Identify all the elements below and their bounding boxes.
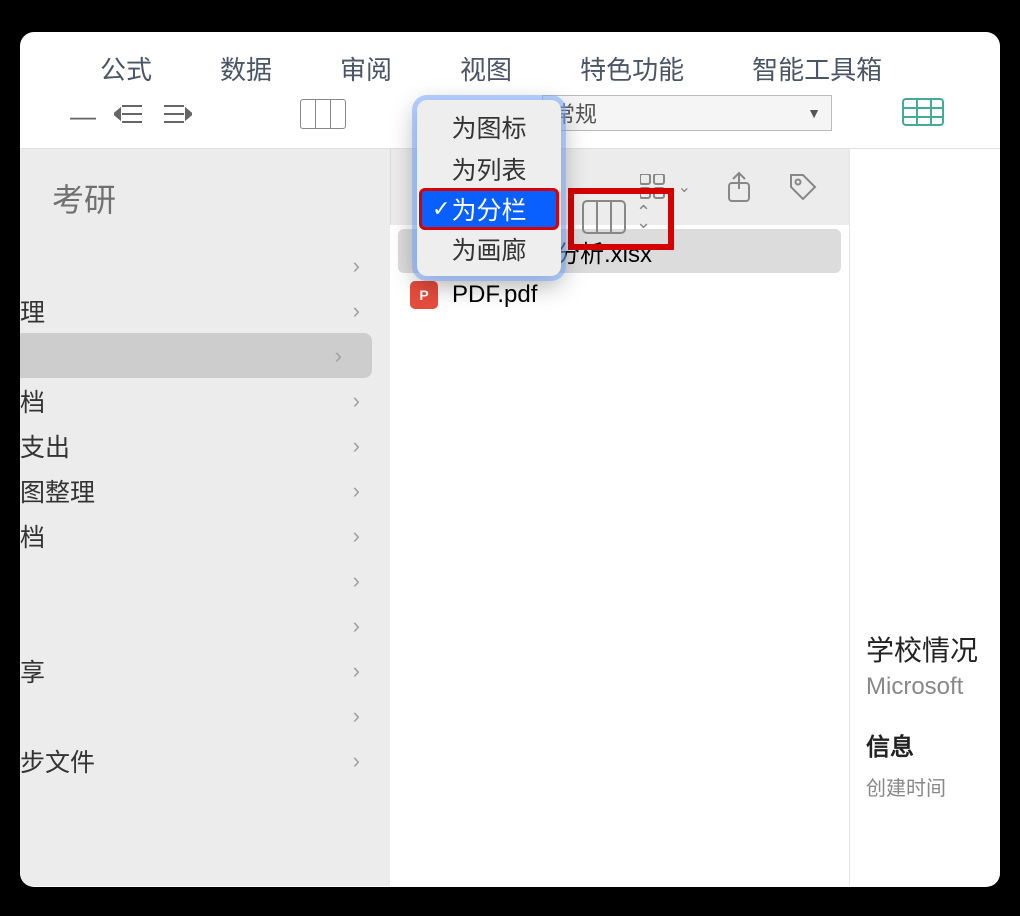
chevron-right-icon: › <box>353 748 360 774</box>
chevron-right-icon: › <box>353 523 360 549</box>
sidebar-item[interactable]: › <box>20 558 390 603</box>
columns-icon <box>582 200 626 234</box>
chevron-right-icon: › <box>353 298 360 324</box>
sidebar-item[interactable]: 档› <box>20 513 390 558</box>
chevron-right-icon: › <box>353 388 360 414</box>
sidebar-item-label: 步文件 <box>20 743 95 779</box>
file-row[interactable]: P PDF.pdf <box>390 273 849 317</box>
sidebar-item[interactable]: 图整理 › <box>20 468 390 513</box>
chevron-right-icon: › <box>353 658 360 684</box>
sidebar-item[interactable]: 步文件 › <box>20 738 390 783</box>
sidebar-item-label: 档 <box>20 518 45 554</box>
chevron-right-icon: › <box>353 433 360 459</box>
menu-review[interactable]: 审阅 <box>340 50 392 87</box>
info-panel: 学校情况 Microsoft 信息 创建时间 <box>850 149 1000 886</box>
sidebar-item[interactable]: › <box>20 243 390 288</box>
dropdown-item-label: 为分栏 <box>451 191 526 227</box>
sidebar-item-label: 支出 <box>20 428 70 464</box>
toolbar-left-group: — <box>70 101 192 132</box>
menubar: 公式 数据 审阅 视图 特色功能 智能工具箱 <box>20 32 1000 109</box>
table-icon[interactable] <box>901 97 945 127</box>
sidebar-title: 考研 <box>20 149 390 243</box>
chevron-right-icon: › <box>353 568 360 594</box>
sidebar-item[interactable]: 理› <box>20 288 390 333</box>
indent-left-icon[interactable] <box>114 102 144 131</box>
indent-right-icon[interactable] <box>162 102 192 131</box>
chevron-updown-icon: ⌃ ⌄ <box>636 207 651 227</box>
chevron-right-icon: › <box>353 613 360 639</box>
info-section-header: 信息 <box>866 727 1000 762</box>
menu-data[interactable]: 数据 <box>220 50 272 87</box>
style-select[interactable]: 常规 ▼ <box>542 95 832 131</box>
dropdown-item-columns[interactable]: ✓ 为分栏 <box>419 188 559 230</box>
view-mode-dropdown: 为图标 为列表 ✓ 为分栏 为画廊 <box>417 100 561 276</box>
sidebar-item[interactable]: 档› <box>20 378 390 423</box>
dropdown-item-icons[interactable]: 为图标 <box>421 106 557 148</box>
dropdown-item-gallery[interactable]: 为画廊 <box>421 228 557 270</box>
tag-button[interactable] <box>787 171 819 203</box>
share-button[interactable] <box>725 171 753 203</box>
menu-formula[interactable]: 公式 <box>100 50 152 87</box>
chevron-down-icon: ⌄ <box>678 177 691 197</box>
dash-icon[interactable]: — <box>70 101 96 132</box>
chevron-right-icon: › <box>353 703 360 729</box>
group-button[interactable]: ⌄ <box>640 174 691 200</box>
info-subtitle: Microsoft <box>866 673 1000 701</box>
sidebar-item[interactable]: 支出 › <box>20 423 390 468</box>
sidebar-list: › 理› › 档› 支出› 图整理› 档› › › 享› › 步文件› <box>20 243 390 886</box>
dropdown-item-label: 为图标 <box>451 109 526 145</box>
info-title: 学校情况 <box>866 629 1000 669</box>
sidebar-item[interactable]: › <box>20 603 390 648</box>
view-mode-button[interactable]: ⌃ ⌄ <box>582 200 651 234</box>
sidebar-item[interactable]: › <box>20 333 372 378</box>
chevron-down-icon: ▼ <box>807 105 821 121</box>
chevron-right-icon: › <box>353 478 360 504</box>
info-created-label: 创建时间 <box>866 772 1000 801</box>
menu-special[interactable]: 特色功能 <box>580 50 684 87</box>
sidebar-item-label: 享 <box>20 653 45 689</box>
columns-icon[interactable] <box>300 99 346 129</box>
sidebar-item-label: 档 <box>20 383 45 419</box>
pdf-icon: P <box>410 281 438 309</box>
menu-toolbox[interactable]: 智能工具箱 <box>752 50 882 87</box>
chevron-right-icon: › <box>353 253 360 279</box>
check-icon: ✓ <box>432 196 450 222</box>
sidebar-item[interactable]: 享› <box>20 648 390 693</box>
sidebar-item[interactable]: › <box>20 693 390 738</box>
sidebar-item-label: 图整理 <box>20 473 95 509</box>
dropdown-item-label: 为列表 <box>451 151 526 187</box>
sidebar: 考研 › 理› › 档› 支出› 图整理› 档› › › 享› › 步文件› <box>20 149 390 886</box>
app-window: 公式 数据 审阅 视图 特色功能 智能工具箱 — 常规 ▼ 考研 <box>20 32 1000 887</box>
dropdown-item-label: 为画廊 <box>451 231 526 267</box>
menu-view[interactable]: 视图 <box>460 50 512 87</box>
dropdown-item-list[interactable]: 为列表 <box>421 148 557 190</box>
sidebar-item-label: 理 <box>20 293 45 329</box>
chevron-right-icon: › <box>335 343 342 369</box>
file-name: PDF.pdf <box>452 281 537 309</box>
